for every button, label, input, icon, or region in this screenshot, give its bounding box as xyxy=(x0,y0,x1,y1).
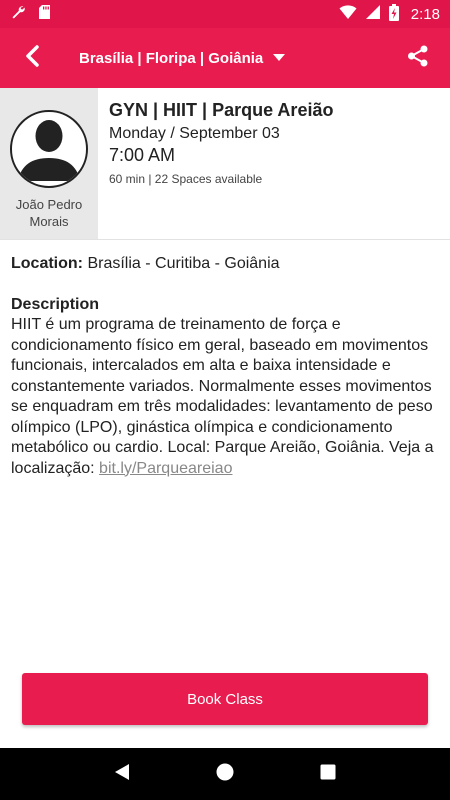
status-bar: 2:18 xyxy=(0,0,450,28)
back-arrow-icon xyxy=(24,44,40,72)
class-time: 7:00 AM xyxy=(109,145,176,165)
signal-icon xyxy=(365,4,381,24)
class-date: Monday / September 03 xyxy=(109,125,280,142)
app-title: Brasília | Floripa | Goiânia xyxy=(79,49,264,67)
dropdown-caret-icon xyxy=(273,49,286,67)
location-label: Location: xyxy=(11,255,83,272)
nav-home-icon xyxy=(215,762,235,787)
instructor-name: João Pedro Morais xyxy=(15,197,83,229)
app-bar: Brasília | Floripa | Goiânia xyxy=(0,28,450,88)
nav-back-icon xyxy=(113,763,131,786)
status-time: 2:18 xyxy=(410,5,440,23)
description-heading: Description xyxy=(11,295,100,313)
wrench-icon xyxy=(10,4,26,25)
description-text: HIIT é um programa de treinamento de for… xyxy=(11,315,441,479)
back-button[interactable] xyxy=(0,28,64,88)
book-class-button[interactable]: Book Class xyxy=(22,673,428,725)
person-silhouette-icon xyxy=(12,112,86,186)
class-title: GYN | HIIT | Parque Areião xyxy=(109,100,334,120)
sd-card-icon xyxy=(38,4,51,25)
nav-recents-button[interactable] xyxy=(308,754,348,794)
class-header: João Pedro Morais GYN | HIIT | Parque Ar… xyxy=(0,88,450,240)
description-body: HIIT é um programa de treinamento de for… xyxy=(11,316,434,477)
share-button[interactable] xyxy=(386,28,450,88)
class-meta: 60 min | 22 Spaces available xyxy=(109,172,263,186)
nav-recents-icon xyxy=(320,764,336,785)
location-link[interactable]: bit.ly/Parqueareiao xyxy=(99,460,232,477)
share-icon xyxy=(407,45,429,72)
class-details: Location: Brasília - Curitiba - Goiânia … xyxy=(11,254,441,479)
nav-back-button[interactable] xyxy=(102,754,142,794)
wifi-icon xyxy=(339,4,357,24)
system-nav-bar xyxy=(0,748,450,800)
nav-home-button[interactable] xyxy=(205,754,245,794)
instructor-panel[interactable]: João Pedro Morais xyxy=(0,88,98,239)
avatar xyxy=(10,110,88,188)
battery-charging-icon xyxy=(388,3,399,25)
location-value: Brasília - Curitiba - Goiânia xyxy=(83,255,280,272)
location-row: Location: Brasília - Curitiba - Goiânia xyxy=(11,254,441,275)
location-selector[interactable]: Brasília | Floripa | Goiânia xyxy=(79,49,286,67)
class-info: GYN | HIIT | Parque Areião Monday / Sept… xyxy=(98,88,333,239)
